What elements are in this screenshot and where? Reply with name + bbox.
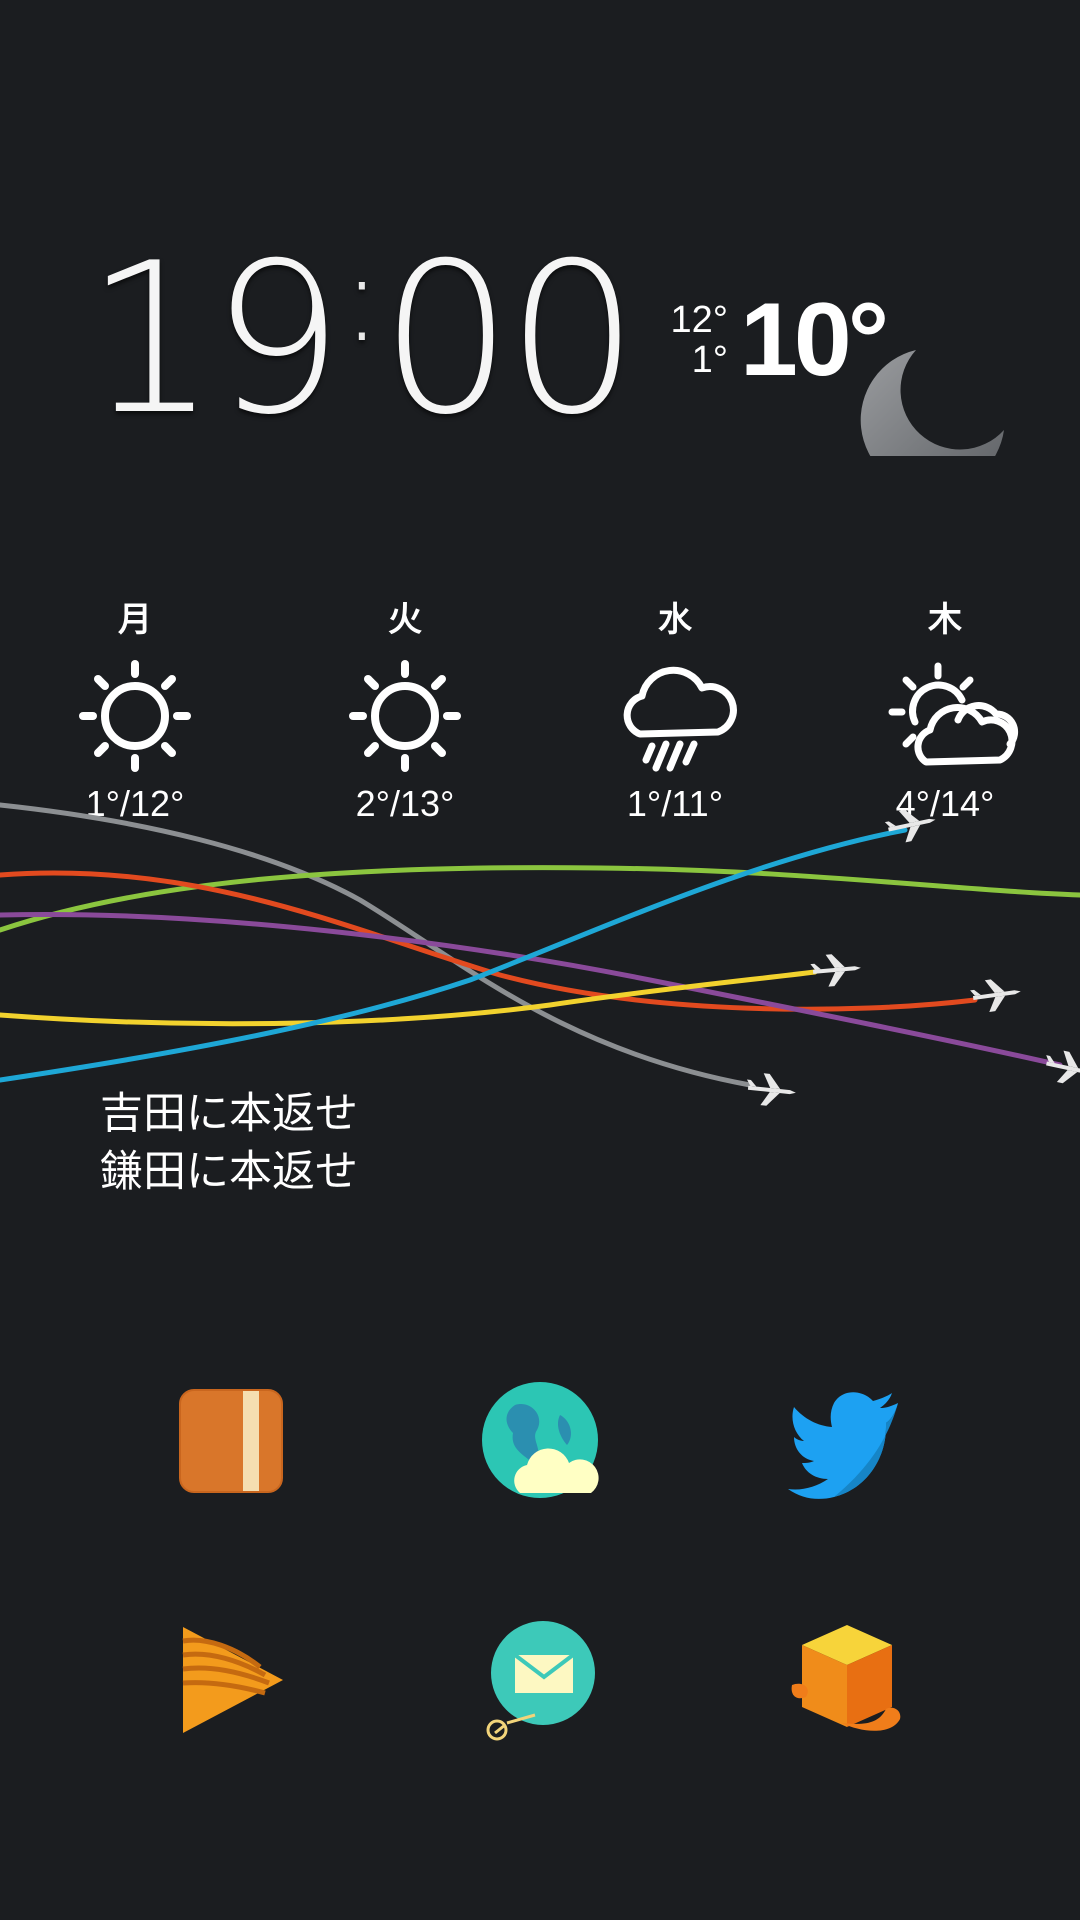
clock-colon: : [341,230,383,369]
forecast-day-label: 木 [928,600,962,640]
partly-cloudy-icon [888,662,1019,766]
sun-icon [349,660,461,772]
airplane-icons [746,809,1080,1106]
forecast-day-label: 月 [118,600,152,640]
flight-paths-wallpaper [0,802,1080,1106]
weather-high: 12° [670,299,728,341]
weather-hi-lo: 12° 1° [660,300,728,380]
clock-widget[interactable]: 19 : 00 [85,219,639,461]
twitter-bird-icon[interactable] [782,1375,912,1505]
play-media-app-icon[interactable] [165,1615,295,1745]
weather-low: 1° [691,339,728,381]
memo-line: 鎌田に本返せ [100,1147,358,1197]
box-package-app-icon[interactable] [782,1615,912,1745]
clock-hour: 19 [85,219,344,461]
crescent-moon-icon [856,330,1016,456]
clock-minute: 00 [380,219,639,461]
home-screen: 19 : 00 12° 1° 10° 月 1°/12° 火 2°/13° 水 1… [0,0,1080,1920]
sun-icon [79,660,191,772]
memo-line: 吉田に本返せ [100,1089,358,1139]
forecast-day-label: 火 [388,600,422,640]
forecast-day-label: 水 [658,600,692,640]
mail-balloon-app-icon[interactable] [475,1615,605,1745]
rain-cloud-icon [623,666,737,772]
globe-weather-app-icon[interactable] [475,1375,605,1505]
notebook-app-icon[interactable] [165,1375,295,1505]
memo-widget[interactable]: 吉田に本返せ 鎌田に本返せ [100,1085,358,1201]
